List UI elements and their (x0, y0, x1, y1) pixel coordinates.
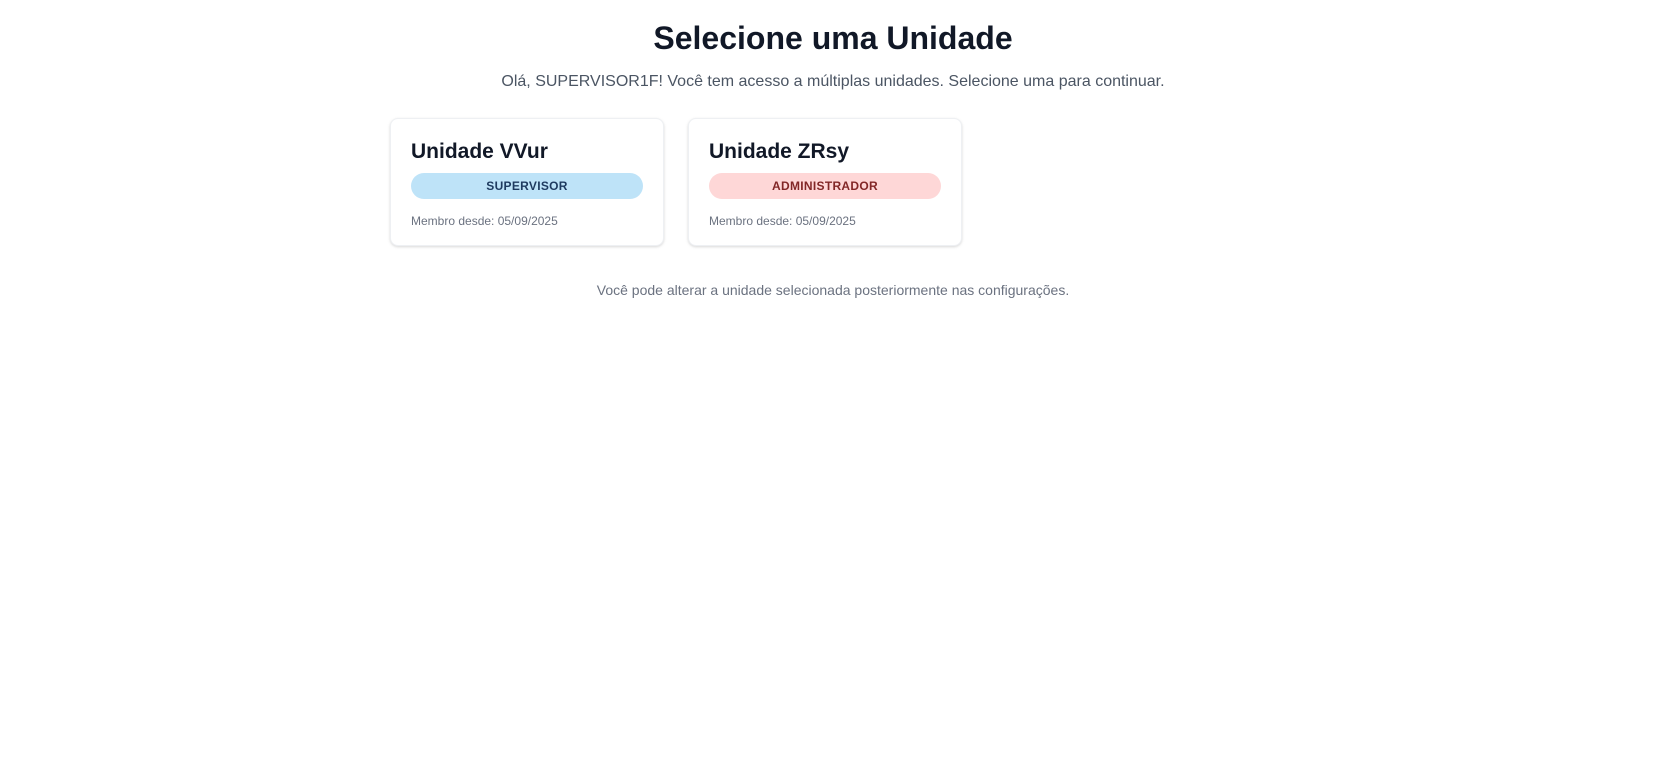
page-subtitle: Olá, SUPERVISOR1F! Você tem acesso a múl… (501, 73, 1165, 90)
unit-card-list: Unidade VVur SUPERVISOR Membro desde: 05… (390, 118, 962, 246)
role-badge: ADMINISTRADOR (709, 173, 941, 199)
role-badge: SUPERVISOR (411, 173, 643, 199)
member-since: Membro desde: 05/09/2025 (411, 214, 558, 228)
unit-name: Unidade ZRsy (709, 140, 850, 163)
unit-card-vvur[interactable]: Unidade VVur SUPERVISOR Membro desde: 05… (390, 118, 664, 246)
unit-selection-page: Selecione uma Unidade Olá, SUPERVISOR1F!… (0, 0, 1666, 772)
footer-note: Você pode alterar a unidade selecionada … (596, 282, 1070, 298)
unit-name: Unidade VVur (411, 140, 548, 163)
unit-card-zrsy[interactable]: Unidade ZRsy ADMINISTRADOR Membro desde:… (688, 118, 962, 246)
page-title: Selecione uma Unidade (653, 20, 1013, 56)
member-since: Membro desde: 05/09/2025 (709, 214, 856, 228)
header: Selecione uma Unidade Olá, SUPERVISOR1F!… (0, 0, 1666, 92)
